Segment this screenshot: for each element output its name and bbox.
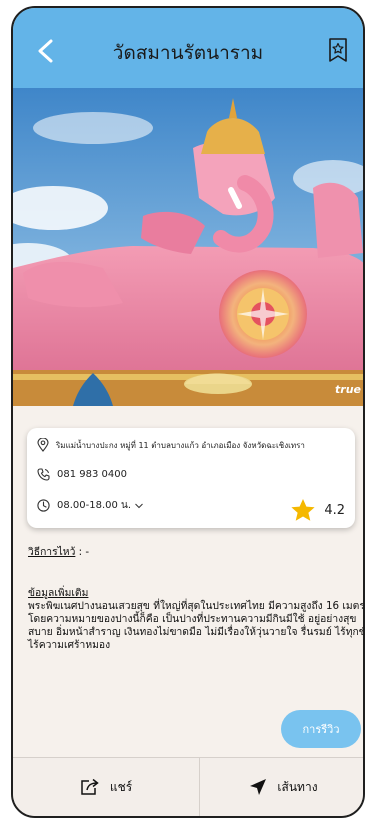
address-text: ริมแม่น้ำบางปะกง หมู่ที่ 11 ตำบลบางแก้ว … <box>56 440 305 450</box>
clock-icon <box>37 499 50 512</box>
worship-section: วิธีการไหว้ : - <box>28 546 363 559</box>
more-info-body: พระพิฆเนศปางนอนเสวยสุข ที่ใหญ่ที่สุดในปร… <box>28 600 365 651</box>
bottom-action-bar: แชร์ เส้นทาง <box>13 757 363 816</box>
hours-text: 08.00-18.00 น. <box>57 500 132 511</box>
hero-image: true <box>13 88 363 406</box>
address-row: ริมแม่น้ำบางปะกง หมู่ที่ 11 ตำบลบางแก้ว … <box>37 438 305 452</box>
hours-row[interactable]: 08.00-18.00 น. <box>37 498 144 513</box>
more-info-section: ข้อมูลเพิ่มเติม พระพิฆเนศปางนอนเสวยสุข ท… <box>28 587 365 652</box>
share-icon <box>81 778 99 795</box>
info-card: ริมแม่น้ำบางปะกง หมู่ที่ 11 ตำบลบางแก้ว … <box>27 428 355 528</box>
more-info-heading: ข้อมูลเพิ่มเติม <box>28 587 89 599</box>
bookmark-star-icon[interactable] <box>327 37 349 63</box>
navigation-arrow-icon <box>250 779 267 795</box>
watermark-text: true <box>335 383 361 396</box>
share-button[interactable]: แชร์ <box>13 758 199 816</box>
phone-text: 081 983 0400 <box>57 469 127 480</box>
share-label: แชร์ <box>109 779 133 794</box>
star-icon <box>291 499 315 521</box>
directions-label: เส้นทาง <box>277 779 318 794</box>
page-title: วัดสมานรัตนาราม <box>112 42 264 64</box>
header-bar: วัดสมานรัตนาราม <box>13 8 363 88</box>
rating: 4.2 <box>290 498 345 522</box>
directions-button[interactable]: เส้นทาง <box>200 758 363 816</box>
worship-value: : - <box>75 546 90 558</box>
worship-label: วิธีการไหว้ <box>28 546 76 558</box>
review-button[interactable]: การรีวิว <box>281 710 361 748</box>
back-icon[interactable] <box>31 36 61 66</box>
chevron-down-icon[interactable] <box>134 502 144 510</box>
reclining-ganesha-photo <box>13 88 363 406</box>
rating-value: 4.2 <box>324 502 345 518</box>
phone-icon <box>37 468 50 481</box>
app-screen: วัดสมานรัตนาราม true ริมแม่น้ำบางปะกง หม… <box>11 6 365 818</box>
location-pin-icon <box>37 438 49 452</box>
phone-row[interactable]: 081 983 0400 <box>37 468 127 481</box>
